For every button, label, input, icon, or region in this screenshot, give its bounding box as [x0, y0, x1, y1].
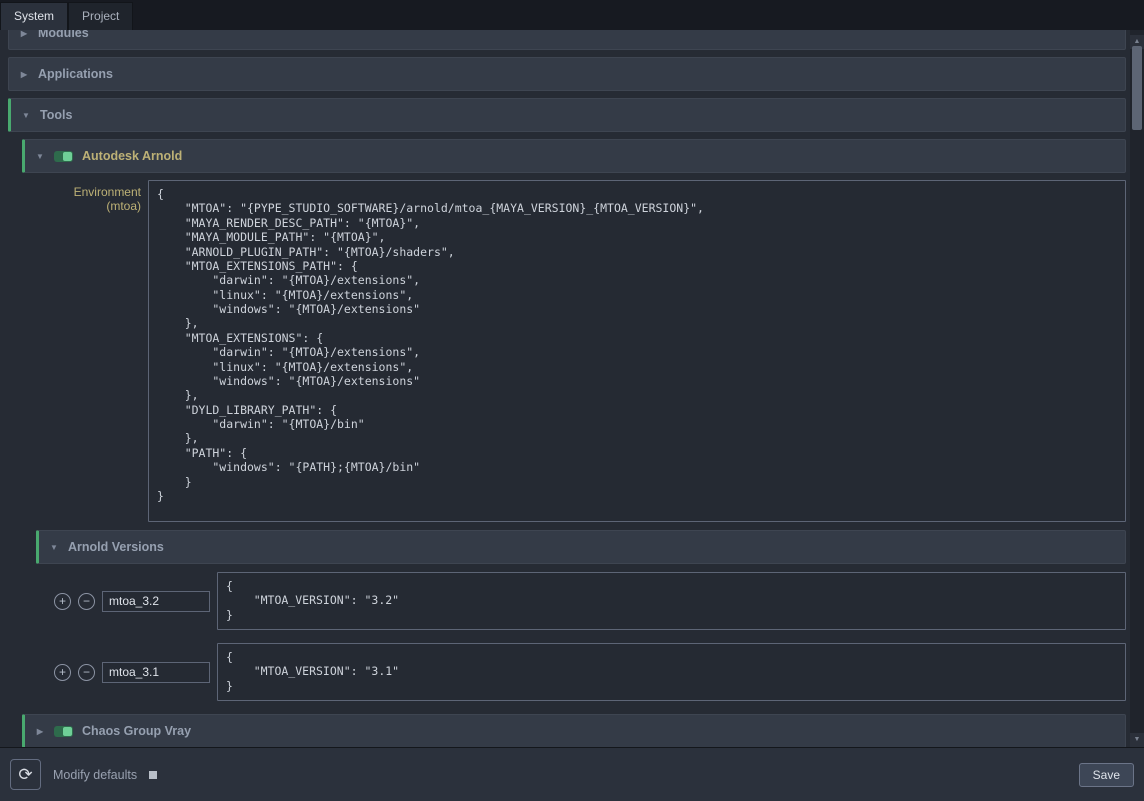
- arnold-body: Environment (mtoa) { "MTOA": "{PYPE_STUD…: [36, 180, 1126, 701]
- environment-field-row: Environment (mtoa) { "MTOA": "{PYPE_STUD…: [36, 180, 1126, 522]
- section-header-tools[interactable]: ▼ Tools: [8, 98, 1126, 132]
- section-label: Modules: [38, 30, 89, 40]
- refresh-icon: ⟳: [18, 765, 32, 784]
- tab-project[interactable]: Project: [68, 2, 133, 30]
- collapse-arrow-icon: ▶: [35, 727, 45, 736]
- expand-arrow-icon: ▼: [35, 152, 45, 161]
- subgroup-arnold-versions: ▼ Arnold Versions + − { "MTOA_VERSION": …: [36, 530, 1126, 701]
- group-header-vray[interactable]: ▶ Chaos Group Vray: [22, 714, 1126, 747]
- scroll-down-button[interactable]: ▼: [1130, 733, 1144, 747]
- refresh-button[interactable]: ⟳: [10, 759, 41, 790]
- add-version-button[interactable]: +: [54, 593, 71, 610]
- version-name-input[interactable]: [102, 662, 210, 683]
- section-label: Applications: [38, 67, 113, 81]
- section-tools: ▼ Tools ▼ Autodesk Arnold: [8, 98, 1126, 747]
- group-label: Chaos Group Vray: [82, 724, 191, 738]
- remove-version-button[interactable]: −: [78, 593, 95, 610]
- expand-arrow-icon: ▼: [21, 111, 31, 120]
- collapse-arrow-icon: ▶: [19, 30, 29, 38]
- tab-bar: System Project: [0, 0, 1144, 30]
- group-header-arnold[interactable]: ▼ Autodesk Arnold: [22, 139, 1126, 173]
- version-name-input[interactable]: [102, 591, 210, 612]
- section-label: Tools: [40, 108, 72, 122]
- environment-json-input[interactable]: { "MTOA": "{PYPE_STUDIO_SOFTWARE}/arnold…: [148, 180, 1126, 522]
- version-json-input[interactable]: { "MTOA_VERSION": "3.1" }: [217, 643, 1126, 701]
- settings-scroll-area: ▶ Modules ▶ Applications ▼ Tools ▼: [0, 30, 1130, 747]
- group-label: Autodesk Arnold: [82, 149, 182, 163]
- tools-body: ▼ Autodesk Arnold Environment (mtoa) { "…: [22, 139, 1126, 747]
- version-row: + − { "MTOA_VERSION": "3.1" }: [54, 643, 1126, 701]
- settings-window: System Project ▶ Modules ▶ Applications …: [0, 0, 1144, 801]
- subgroup-label: Arnold Versions: [68, 540, 164, 554]
- remove-version-button[interactable]: −: [78, 664, 95, 681]
- arnold-enabled-toggle[interactable]: [54, 151, 73, 162]
- section-header-applications[interactable]: ▶ Applications: [8, 57, 1126, 91]
- collapse-arrow-icon: ▶: [19, 70, 29, 79]
- vertical-scrollbar[interactable]: ▲ ▼: [1130, 30, 1144, 747]
- modify-defaults-label: Modify defaults: [53, 768, 137, 782]
- expand-arrow-icon: ▼: [49, 543, 59, 552]
- section-header-modules[interactable]: ▶ Modules: [8, 30, 1126, 50]
- save-button[interactable]: Save: [1079, 763, 1134, 787]
- group-arnold: ▼ Autodesk Arnold Environment (mtoa) { "…: [22, 139, 1126, 701]
- footer-bar: ⟳ Modify defaults Save: [0, 747, 1144, 801]
- subgroup-header-arnold-versions[interactable]: ▼ Arnold Versions: [36, 530, 1126, 564]
- toggle-knob-icon: [63, 727, 72, 736]
- modify-defaults-indicator[interactable]: [149, 771, 157, 779]
- scrollbar-thumb[interactable]: [1132, 46, 1142, 130]
- settings-panel: ▶ Modules ▶ Applications ▼ Tools ▼: [0, 30, 1144, 747]
- version-row: + − { "MTOA_VERSION": "3.2" }: [54, 572, 1126, 630]
- tab-system[interactable]: System: [0, 2, 68, 30]
- vray-enabled-toggle[interactable]: [54, 726, 73, 737]
- field-label-environment: Environment (mtoa): [36, 180, 148, 213]
- toggle-knob-icon: [63, 152, 72, 161]
- add-version-button[interactable]: +: [54, 664, 71, 681]
- version-json-input[interactable]: { "MTOA_VERSION": "3.2" }: [217, 572, 1126, 630]
